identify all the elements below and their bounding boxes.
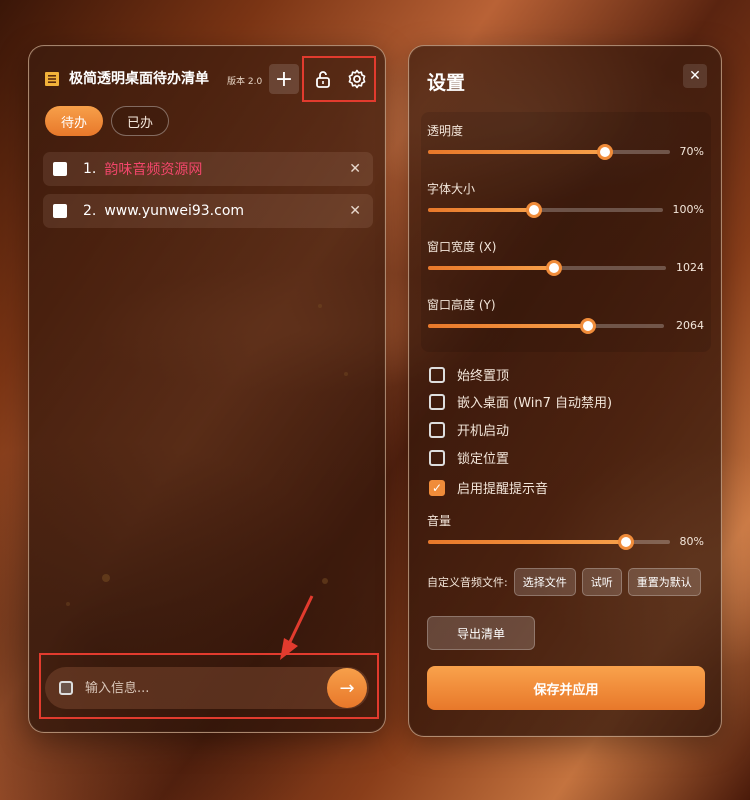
checkbox-always-on-top[interactable]: 始终置顶 [429,365,509,384]
slider-thumb[interactable] [596,144,613,160]
todo-item[interactable]: 2. www.yunwei93.com ✕ [43,194,373,228]
slider-value: 100% [672,203,704,216]
window-width-slider[interactable] [428,260,666,276]
add-task-button[interactable]: + [269,64,299,94]
export-button[interactable]: 导出清单 [427,616,535,650]
checkbox-label: 嵌入桌面 (Win7 自动禁用) [457,396,613,411]
slider-fill [428,150,605,154]
choose-file-button[interactable]: 选择文件 [513,568,576,596]
checkbox-label: 锁定位置 [457,452,510,467]
checkbox[interactable]: ✓ [429,479,445,496]
todo-checkbox[interactable] [53,162,67,176]
version-label: 版本 2.0 [227,77,263,87]
checkbox-embed-desktop[interactable]: 嵌入桌面 (Win7 自动禁用) [429,392,612,411]
reset-default-button[interactable]: 重置为默认 [627,568,701,596]
delete-icon[interactable]: ✕ [349,161,361,177]
tab-done[interactable]: 已办 [111,106,169,136]
new-task-input[interactable] [85,680,327,696]
slider-value: 2064 [676,319,704,332]
slider-value: 70% [679,145,704,158]
preview-button[interactable]: 试听 [581,568,622,596]
sliders-group [421,112,711,352]
checkbox[interactable] [429,366,445,383]
highlight-box [302,56,376,102]
checkbox-label: 开机启动 [457,424,510,439]
submit-button[interactable]: → [327,668,367,708]
slider-thumb[interactable] [546,260,563,276]
list-icon [45,71,59,86]
opacity-slider[interactable] [428,144,670,160]
arrow-right-icon: → [339,677,355,699]
slider-value: 1024 [676,261,704,274]
slider-label: 窗口宽度 (X) [427,240,497,254]
font-size-slider[interactable] [428,202,663,218]
slider-label: 字体大小 [427,182,476,196]
tab-todo[interactable]: 待办 [45,106,103,136]
slider-label: 窗口高度 (Y) [427,298,496,312]
todo-panel: 极简透明桌面待办清单 版本 2.0 + 待办 已办 1. 韵味音频资源网 ✕ 2… [28,45,386,733]
volume-slider[interactable] [428,534,670,550]
app-header: 极简透明桌面待办清单 [45,68,209,88]
settings-panel: 设置 ✕ 透明度 70% 字体大小 100% 窗口宽度 (X) 1024 窗口高… [408,45,722,737]
todo-text: www.yunwei93.com [104,203,245,219]
new-task-bar: → [45,667,369,709]
volume-label: 音量 [427,514,452,528]
tab-bar: 待办 已办 [45,106,169,136]
settings-title: 设置 [427,72,466,94]
checkbox[interactable] [429,449,445,466]
slider-fill [428,208,534,212]
checkmark-icon: ✓ [431,480,443,495]
slider-fill [428,324,589,328]
todo-text: 韵味音频资源网 [104,162,203,178]
todo-number: 2. [83,203,97,219]
close-icon: ✕ [689,68,701,84]
checkbox-label: 始终置顶 [457,369,510,384]
slider-label: 透明度 [427,124,464,138]
slider-fill [428,266,555,270]
todo-checkbox[interactable] [53,204,67,218]
checkbox-startup[interactable]: 开机启动 [429,420,509,439]
custom-audio-label: 自定义音频文件: [427,576,508,589]
slider-fill [428,540,627,544]
delete-icon[interactable]: ✕ [349,203,361,219]
plus-icon: + [274,66,294,92]
checkbox[interactable] [429,421,445,438]
slider-thumb[interactable] [618,534,635,550]
checkbox-reminder-sound[interactable]: ✓ 启用提醒提示音 [429,478,548,497]
input-checkbox[interactable] [59,681,73,695]
custom-audio-row: 自定义音频文件: 选择文件 试听 重置为默认 [427,568,701,596]
checkbox-lock-position[interactable]: 锁定位置 [429,448,509,467]
checkbox[interactable] [429,393,445,410]
volume-value: 80% [679,535,704,548]
save-apply-button[interactable]: 保存并应用 [427,666,705,710]
window-height-slider[interactable] [428,318,664,334]
app-title: 极简透明桌面待办清单 [69,71,209,87]
slider-thumb[interactable] [525,202,542,218]
todo-item[interactable]: 1. 韵味音频资源网 ✕ [43,152,373,186]
todo-number: 1. [83,161,97,177]
close-button[interactable]: ✕ [683,64,707,88]
checkbox-label: 启用提醒提示音 [457,482,549,497]
